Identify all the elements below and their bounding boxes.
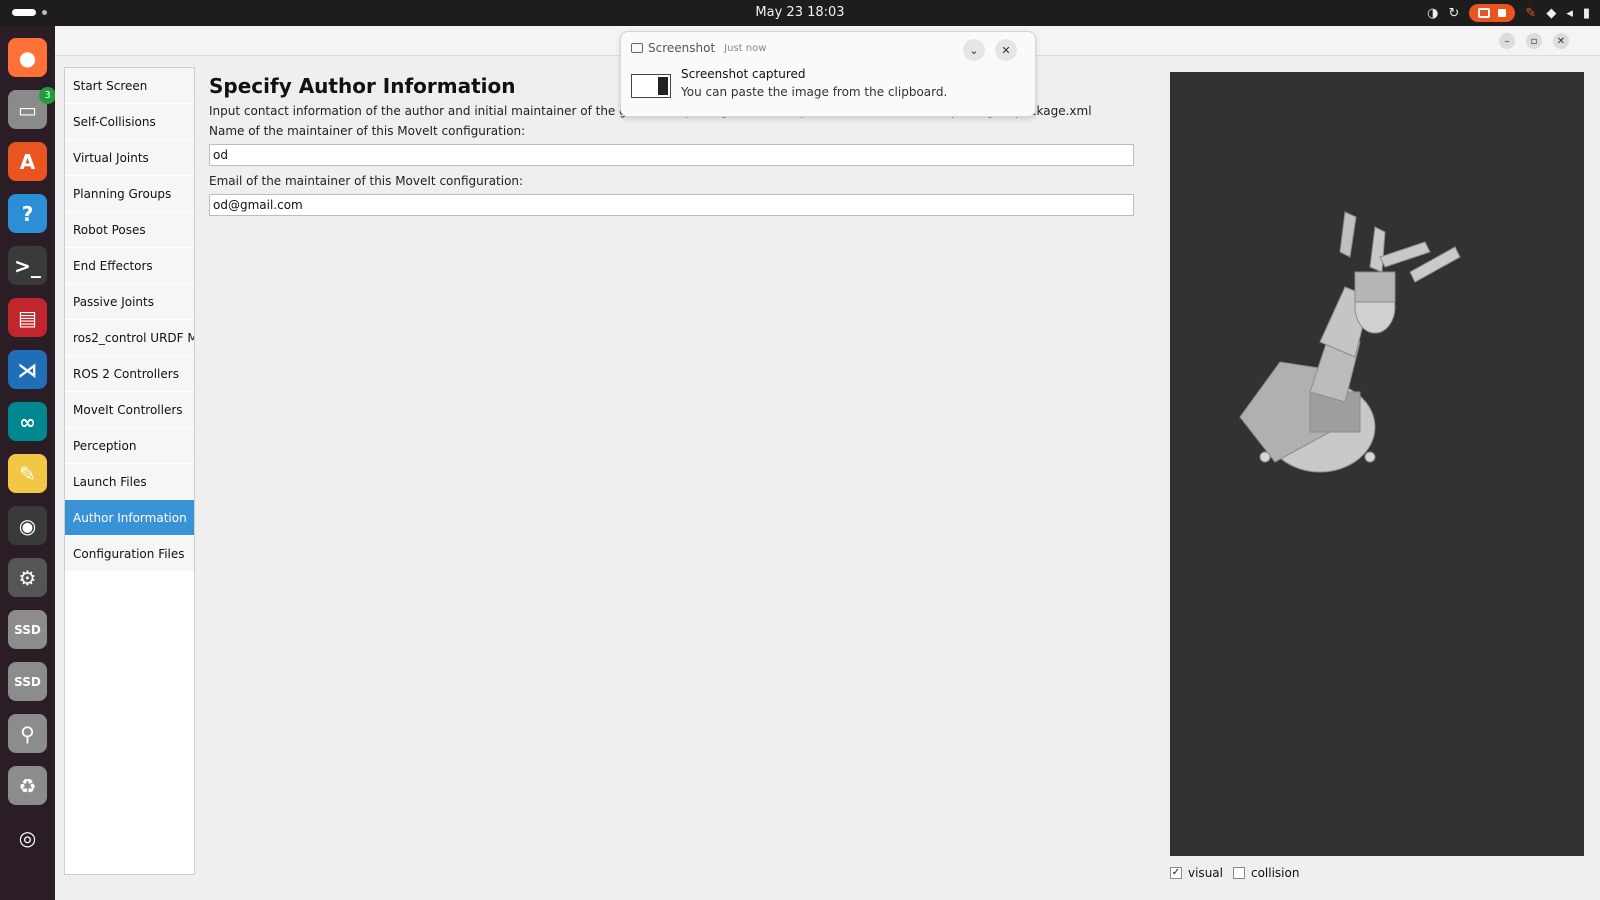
sidebar-item-virtual-joints[interactable]: Virtual Joints: [65, 140, 194, 176]
microphone-icon[interactable]: ✎: [1525, 6, 1536, 21]
notification-title: Screenshot captured: [681, 67, 806, 81]
dock-files-icon[interactable]: ▭ 3: [8, 87, 56, 129]
dock-arduino-icon[interactable]: ∞: [8, 402, 47, 441]
sidebar-item-perception[interactable]: Perception: [65, 428, 194, 464]
top-bar: May 23 18:03 ◑ ↻ ✎ ◆ ◂ ▮: [0, 0, 1600, 26]
visual-label: visual: [1188, 866, 1223, 880]
chevron-down-icon[interactable]: ⌄: [963, 39, 985, 61]
maintainer-email-label: Email of the maintainer of this MoveIt c…: [209, 174, 524, 188]
dock: ● ▭ 3 A? >_ ▤ ⋊ ∞ ✎ ◉ ⚙ SSD SSD ⚲ ♻ ◎: [0, 26, 56, 900]
robot-3d-viewport[interactable]: [1170, 72, 1584, 856]
chrome-remote-icon[interactable]: ◑: [1427, 6, 1438, 21]
dock-settings-icon[interactable]: ⚙: [8, 558, 47, 597]
maintainer-email-input[interactable]: [209, 194, 1134, 216]
sidebar-item-ros-2-controllers[interactable]: ROS 2 Controllers: [65, 356, 194, 392]
sidebar-item-planning-groups[interactable]: Planning Groups: [65, 176, 194, 212]
volume-icon[interactable]: ◂: [1566, 6, 1573, 21]
dock-terminator-icon[interactable]: ▤: [8, 298, 47, 337]
dock-vscode-icon[interactable]: ⋊: [8, 350, 47, 389]
setup-steps-sidebar: Start Screen Self-Collisions Virtual Joint…: [64, 67, 195, 875]
notification-time: Just now: [724, 42, 767, 54]
maintainer-name-label: Name of the maintainer of this MoveIt co…: [209, 124, 526, 138]
robot-arm-model: [1239, 211, 1461, 473]
dock-obs-icon[interactable]: ◉: [8, 506, 47, 545]
notification-app: Screenshot Just now: [631, 41, 766, 55]
sidebar-item-self-collisions[interactable]: Self-Collisions: [65, 104, 194, 140]
clock[interactable]: May 23 18:03: [0, 5, 1600, 20]
stop-icon: [1498, 9, 1507, 17]
viewer-checkboxes: ✓ visual collision: [1170, 864, 1299, 882]
dock-firefox-icon[interactable]: ●: [8, 38, 47, 77]
sidebar-item-start-screen[interactable]: Start Screen: [65, 68, 194, 104]
dock-help-icon[interactable]: ?: [8, 194, 47, 233]
wifi-icon[interactable]: ◆: [1546, 6, 1556, 21]
dock-app-center-icon[interactable]: A: [8, 142, 47, 181]
dock-show-apps-icon[interactable]: ◎: [8, 818, 47, 857]
refresh-icon[interactable]: ↻: [1449, 6, 1460, 21]
dock-text-editor-icon[interactable]: ✎: [8, 454, 47, 493]
dock-ssd-1-icon[interactable]: SSD: [8, 610, 47, 649]
sidebar-item-launch-files[interactable]: Launch Files: [65, 464, 194, 500]
notification-body: You can paste the image from the clipboa…: [681, 85, 948, 99]
screenshot-thumbnail: [631, 74, 671, 98]
collision-checkbox[interactable]: collision: [1232, 866, 1300, 880]
dock-badge: 3: [39, 87, 56, 104]
sidebar-item-configuration-files[interactable]: Configuration Files: [65, 536, 194, 572]
sidebar-item-ros2-control-urdf-modifications[interactable]: ros2_control URDF Modifications: [65, 320, 194, 356]
close-icon[interactable]: ✕: [1553, 33, 1569, 49]
dock-ssd-2-icon[interactable]: SSD: [8, 662, 47, 701]
sidebar-item-end-effectors[interactable]: End Effectors: [65, 248, 194, 284]
system-tray[interactable]: ◑ ↻ ✎ ◆ ◂ ▮: [1427, 4, 1590, 22]
notification-app-name: Screenshot: [648, 41, 716, 55]
minimize-icon[interactable]: –: [1499, 33, 1515, 49]
battery-icon[interactable]: ▮: [1583, 6, 1590, 21]
visual-checkbox[interactable]: ✓ visual: [1170, 866, 1223, 880]
sidebar-item-author-information[interactable]: Author Information: [65, 500, 194, 536]
sidebar-item-moveit-controllers[interactable]: MoveIt Controllers: [65, 392, 194, 428]
moveit-setup-assistant-window: – ▫ ✕ Start Screen Self-Collisions Virtual…: [55, 26, 1600, 900]
collision-label: collision: [1250, 866, 1300, 880]
screen-recording-indicator[interactable]: [1469, 4, 1516, 22]
dock-usb-icon[interactable]: ⚲: [8, 714, 47, 753]
sidebar-item-robot-poses[interactable]: Robot Poses: [65, 212, 194, 248]
dock-trash-icon[interactable]: ♻: [8, 766, 47, 805]
sidebar-item-passive-joints[interactable]: Passive Joints: [65, 284, 194, 320]
screencast-icon: [1478, 8, 1491, 18]
dock-terminal-icon[interactable]: >_: [8, 246, 47, 285]
screenshot-notification[interactable]: Screenshot Just now ⌄ ✕ Screenshot captu…: [620, 31, 1036, 117]
maintainer-name-input[interactable]: [209, 144, 1134, 166]
visual-checkbox-box[interactable]: ✓: [1170, 867, 1182, 879]
collision-checkbox-box[interactable]: [1232, 867, 1245, 879]
screenshot-icon: [631, 43, 643, 53]
maximize-icon[interactable]: ▫: [1526, 33, 1542, 49]
notification-close-icon[interactable]: ✕: [995, 39, 1017, 61]
